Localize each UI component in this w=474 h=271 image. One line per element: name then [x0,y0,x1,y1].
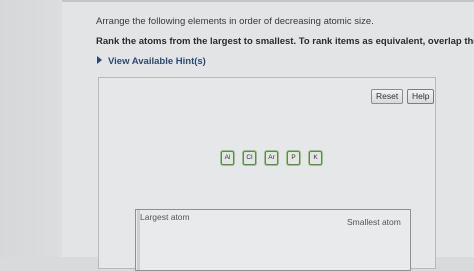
reset-button[interactable]: Reset [371,89,404,104]
ranking-drop-zone[interactable]: Largest atom Smallest atom [135,209,411,271]
tile-ar[interactable]: Ar [265,151,278,165]
question-prompt: Arrange the following elements in order … [96,16,374,27]
view-hints-label: View Available Hint(s) [108,56,206,67]
expand-triangle-icon [97,56,102,64]
left-sidebar [0,0,62,257]
help-button[interactable]: Help [407,89,435,104]
view-hints-link[interactable]: View Available Hint(s) [97,56,206,67]
tile-cl[interactable]: Cl [243,151,256,165]
tile-al[interactable]: Al [221,151,234,165]
largest-atom-label: Largest atom [140,212,190,222]
question-instruction: Rank the atoms from the largest to small… [96,36,474,47]
tile-p[interactable]: P [287,151,300,165]
smallest-atom-label: Smallest atom [347,217,401,227]
tile-k[interactable]: K [309,151,322,165]
